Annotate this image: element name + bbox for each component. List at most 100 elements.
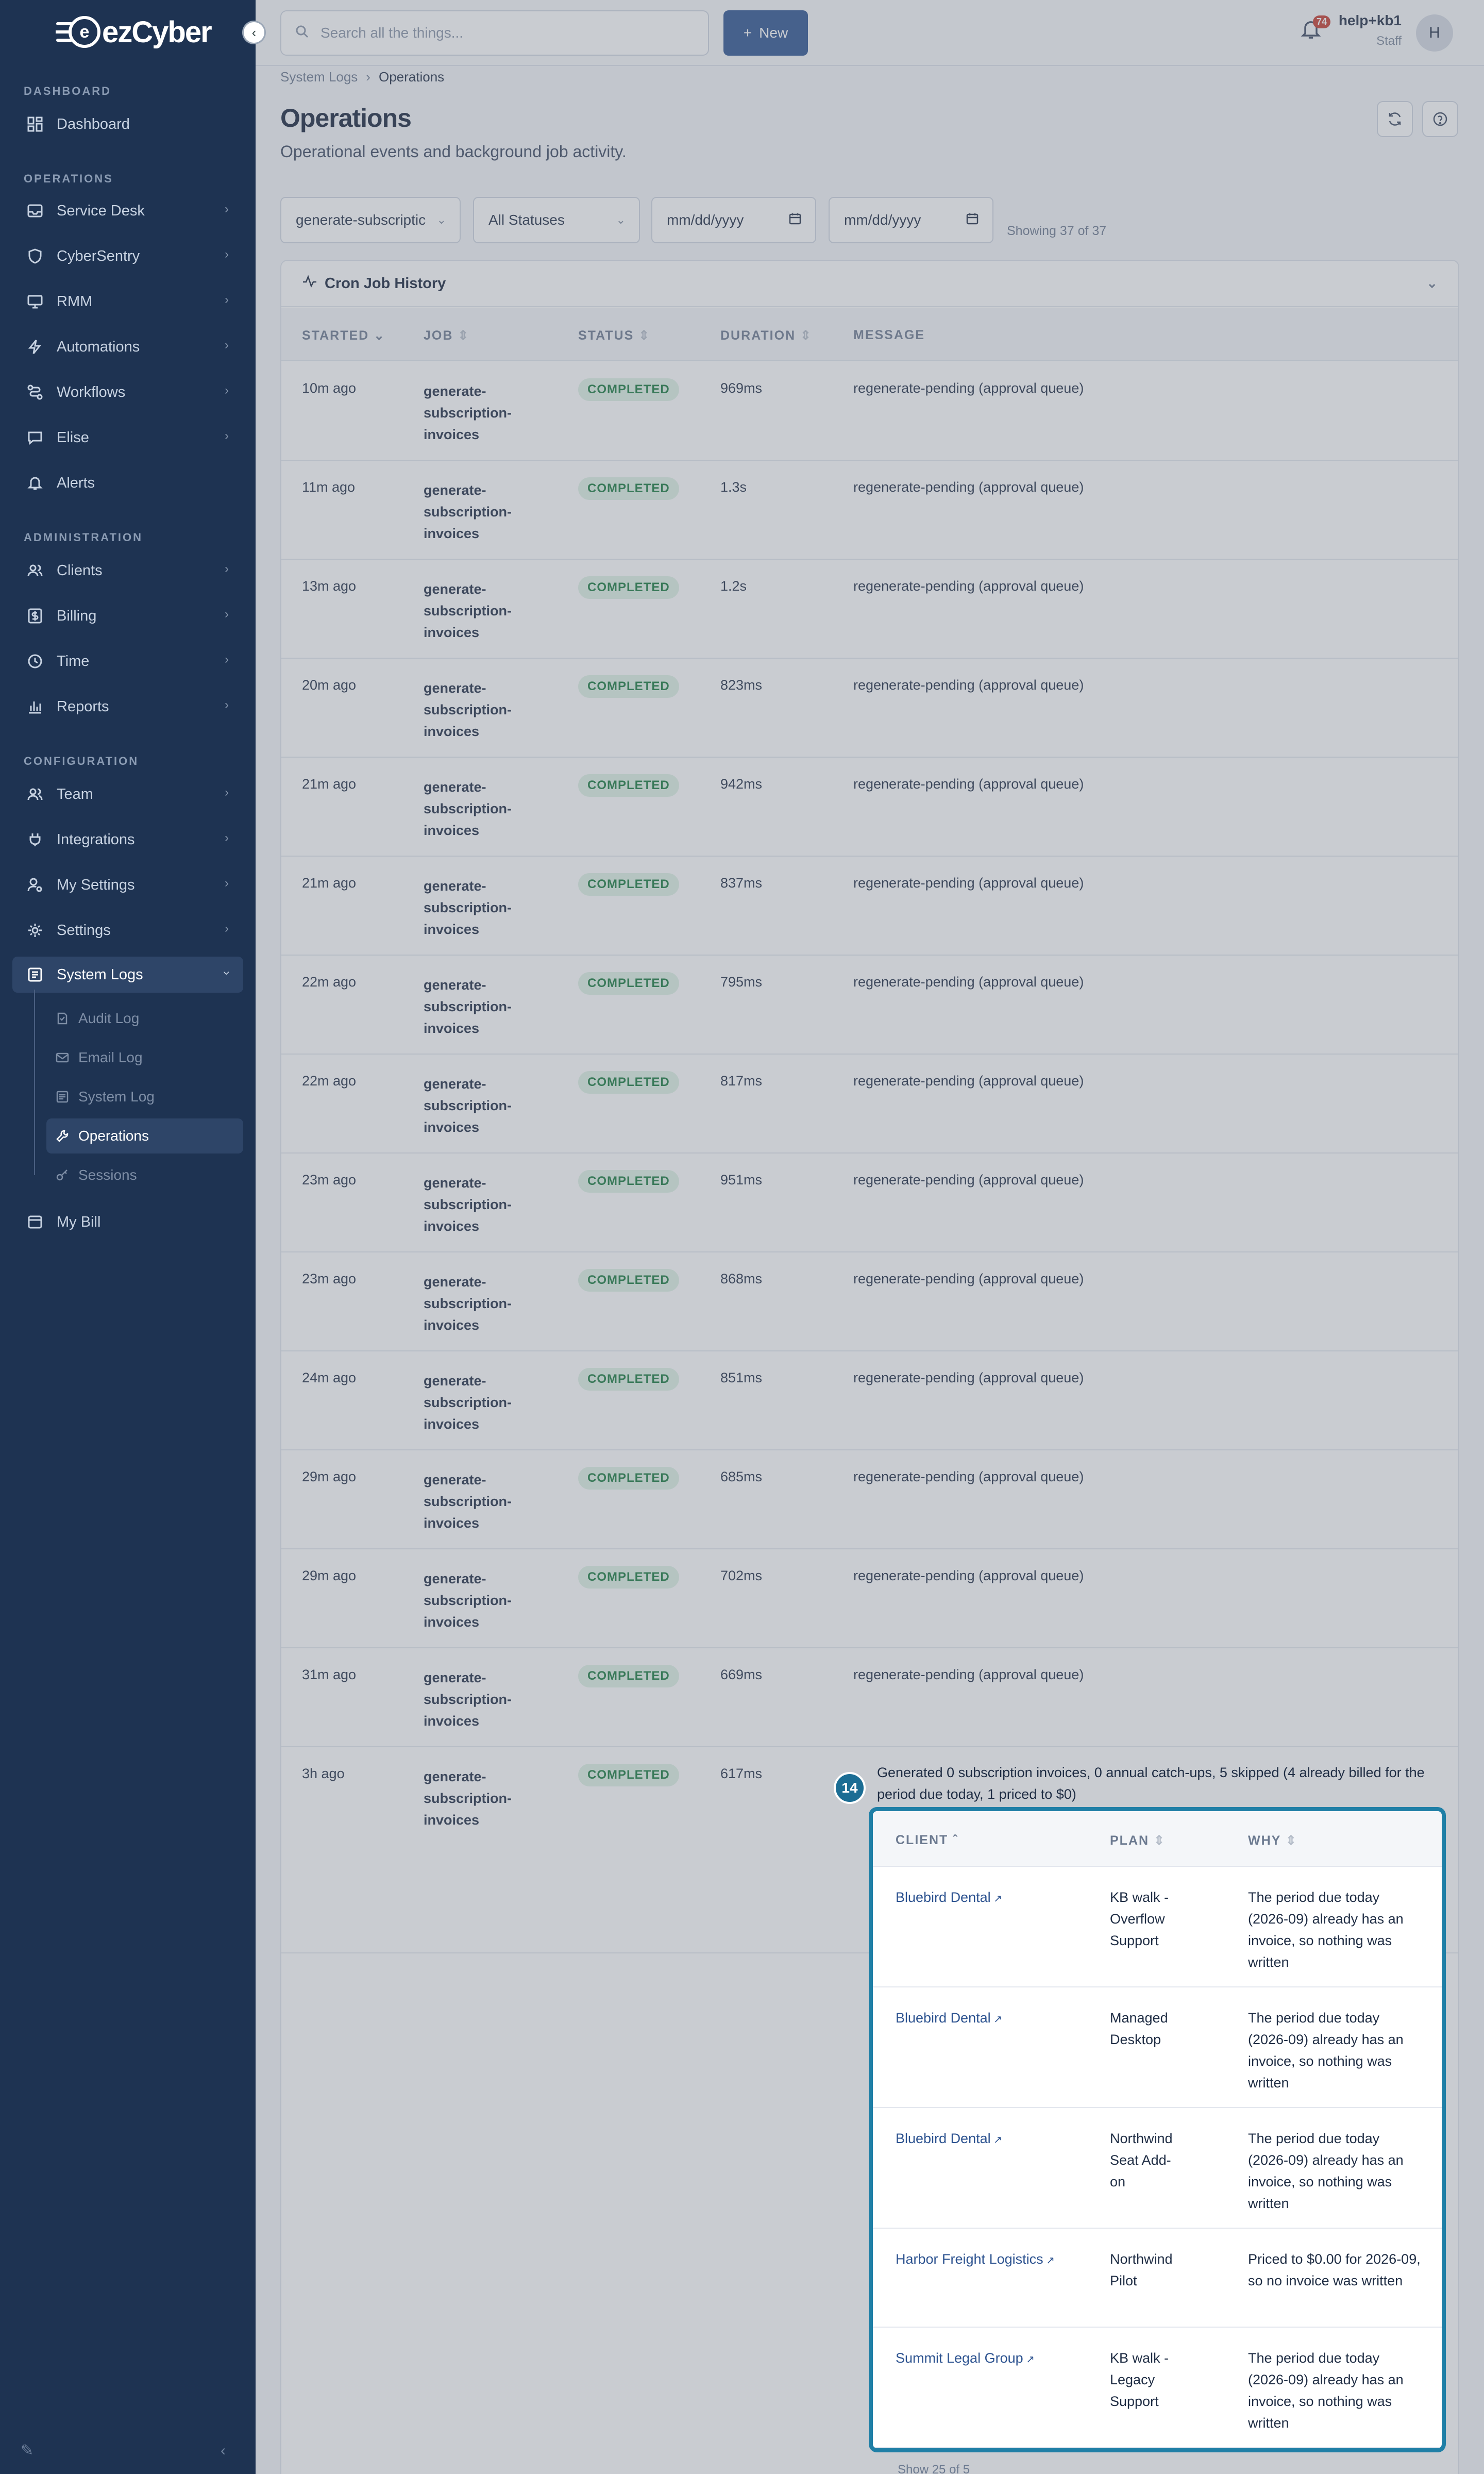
sort-icon: ⇕	[638, 328, 651, 343]
started-cell-wrap: 21m ago	[302, 875, 356, 891]
message-cell-wrap: regenerate-pending (approval queue)	[853, 479, 1084, 495]
table-row[interactable]: 23m ago generate-subscription-invoices COM…	[281, 1252, 1458, 1351]
table-row[interactable]: 31m ago generate-subscription-invoices COM…	[281, 1648, 1458, 1747]
sidebar-item-time[interactable]: Time ›	[12, 643, 243, 679]
sidebar-item-workflows[interactable]: Workflows ›	[12, 374, 243, 410]
user-menu[interactable]: help+kb1 Staff	[1339, 12, 1402, 48]
table-row[interactable]: 23m ago generate-subscription-invoices COM…	[281, 1154, 1458, 1252]
search-input[interactable]: Search all the things...	[280, 10, 709, 56]
sidebar-item-dashboard[interactable]: Dashboard	[12, 106, 243, 142]
header-label: STARTED	[302, 328, 369, 343]
started-cell-wrap: 24m ago	[302, 1370, 356, 1386]
duration-cell-wrap: 669ms	[720, 1667, 762, 1683]
sidebar-item-system-logs[interactable]: System Logs ›	[12, 957, 243, 993]
status-badge-wrap: COMPLETED	[578, 873, 679, 896]
chevron-down-icon: ⌄	[616, 213, 626, 226]
date-to-input[interactable]: mm/dd/yyyy	[829, 197, 993, 243]
sidebar-item-elise[interactable]: Elise ›	[12, 420, 243, 456]
sidebar-item-automations[interactable]: Automations ›	[12, 329, 243, 365]
status-badge-wrap: COMPLETED	[578, 1467, 679, 1490]
table-row[interactable]: 29m ago generate-subscription-invoices COM…	[281, 1549, 1458, 1648]
date-from-input[interactable]: mm/dd/yyyy	[651, 197, 816, 243]
client-link[interactable]: Bluebird Dental ↗	[896, 2007, 1002, 2030]
new-button[interactable]: + New	[723, 10, 808, 56]
skipped-table-body: Bluebird Dental ↗ KB walk - Overflow Supp…	[873, 1867, 1442, 2448]
table-row[interactable]: 22m ago generate-subscription-invoices COM…	[281, 1055, 1458, 1154]
column-header-client[interactable]: CLIENT ˆ	[896, 1833, 958, 1848]
column-header-plan[interactable]: PLAN ⇕	[1110, 1833, 1166, 1848]
sidebar-item-alerts[interactable]: Alerts	[12, 465, 243, 501]
collapse-sidebar-button[interactable]: ‹	[242, 21, 266, 44]
sidebar-subitem-system-log[interactable]: System Log	[46, 1079, 243, 1114]
table-row[interactable]: 21m ago generate-subscription-invoices COM…	[281, 758, 1458, 857]
table-row[interactable]: 29m ago generate-subscription-invoices COM…	[281, 1450, 1458, 1549]
duration-cell-wrap: 617ms	[720, 1766, 762, 1782]
status-filter-select[interactable]: All Statuses ⌄	[473, 197, 640, 243]
sidebar-subitem-label: Email Log	[78, 1049, 143, 1065]
job-cell: generate-subscription-invoices	[424, 1769, 512, 1828]
card-title: Cron Job History	[325, 275, 446, 292]
sidebar-subitem-operations[interactable]: Operations	[46, 1118, 243, 1154]
table-row[interactable]: 11m ago generate-subscription-invoices COM…	[281, 461, 1458, 560]
table-row[interactable]: 24m ago generate-subscription-invoices COM…	[281, 1351, 1458, 1450]
team-icon	[25, 784, 45, 805]
table-row[interactable]: 20m ago generate-subscription-invoices COM…	[281, 659, 1458, 758]
sidebar-item-my-bill[interactable]: My Bill	[12, 1204, 243, 1240]
message-cell-wrap: regenerate-pending (approval queue)	[853, 1568, 1084, 1584]
sidebar-item-service-desk[interactable]: Service Desk ›	[12, 193, 243, 229]
table-row[interactable]: 13m ago generate-subscription-invoices COM…	[281, 560, 1458, 659]
pagination[interactable]: Show 25 of 5	[898, 2463, 970, 2474]
started-cell-wrap: 23m ago	[302, 1271, 356, 1287]
column-header-duration[interactable]: DURATION ⇕	[720, 328, 812, 343]
client-link[interactable]: Summit Legal Group ↗	[896, 2347, 1035, 2370]
sidebar-subitem-sessions[interactable]: Sessions	[46, 1158, 243, 1193]
sort-icon: ⇕	[800, 328, 812, 343]
sidebar-subitem-label: Operations	[78, 1128, 149, 1144]
started-cell: 21m ago	[302, 776, 357, 792]
started-cell-wrap: 21m ago	[302, 776, 356, 792]
column-header-status[interactable]: STATUS ⇕	[578, 328, 650, 343]
client-link[interactable]: Bluebird Dental ↗	[896, 2128, 1002, 2151]
sidebar-item-integrations[interactable]: Integrations ›	[12, 822, 243, 858]
sidebar-item-team[interactable]: Team ›	[12, 776, 243, 812]
status-badge: COMPLETED	[578, 972, 679, 995]
chevron-down-icon[interactable]: ⌄	[1426, 275, 1438, 291]
avatar[interactable]: H	[1416, 14, 1453, 52]
status-badge-wrap: COMPLETED	[578, 378, 679, 401]
table-row[interactable]: 22m ago generate-subscription-invoices COM…	[281, 956, 1458, 1055]
refresh-button[interactable]	[1377, 101, 1413, 137]
sidebar-item-clients[interactable]: Clients ›	[12, 553, 243, 589]
status-badge: COMPLETED	[578, 873, 679, 896]
client-link[interactable]: Harbor Freight Logistics ↗	[896, 2248, 1055, 2271]
brand-logo[interactable]: e ezCyber	[54, 13, 212, 51]
sidebar-item-settings[interactable]: Settings ›	[12, 912, 243, 948]
breadcrumb-link-system-logs[interactable]: System Logs	[280, 69, 358, 85]
skipped-row: Summit Legal Group ↗ KB walk - Legacy Sup…	[873, 2328, 1442, 2448]
edit-icon[interactable]: ✎	[21, 2442, 33, 2460]
sidebar-item-my-settings[interactable]: My Settings ›	[12, 867, 243, 903]
chevron-left-icon[interactable]: ‹	[221, 2442, 226, 2460]
job-filter-select[interactable]: generate-subscriptic ⌄	[280, 197, 461, 243]
help-button[interactable]	[1422, 101, 1458, 137]
table-row[interactable]: 21m ago generate-subscription-invoices COM…	[281, 857, 1458, 956]
sidebar-item-rmm[interactable]: RMM ›	[12, 283, 243, 320]
client-link[interactable]: Bluebird Dental ↗	[896, 1886, 1002, 1910]
sidebar-item-label: Integrations	[57, 831, 135, 848]
card-header[interactable]: Cron Job History ⌄	[281, 261, 1458, 307]
table-row[interactable]: 10m ago generate-subscription-invoices COM…	[281, 362, 1458, 461]
duration-cell: 868ms	[720, 1271, 763, 1286]
notifications-button[interactable]: 74	[1300, 15, 1331, 46]
column-header-job[interactable]: JOB ⇕	[424, 328, 469, 343]
sidebar-item-reports[interactable]: Reports ›	[12, 689, 243, 725]
sidebar-item-billing[interactable]: Billing ›	[12, 598, 243, 634]
column-header-why[interactable]: WHY ⇕	[1248, 1833, 1297, 1848]
sidebar-item-cybersentry[interactable]: CyberSentry ›	[12, 238, 243, 274]
started-cell: 29m ago	[302, 1469, 357, 1484]
sidebar-subitem-email-log[interactable]: Email Log	[46, 1040, 243, 1075]
job-cell-wrap: generate-subscription-invoices	[424, 578, 527, 643]
sidebar-subitem-audit-log[interactable]: Audit Log	[46, 1001, 243, 1036]
date-to-value: mm/dd/yyyy	[844, 212, 921, 228]
header-label: WHY	[1248, 1833, 1281, 1848]
sidebar-item-label: Elise	[57, 429, 89, 446]
column-header-started[interactable]: STARTED ⌄	[302, 328, 385, 343]
